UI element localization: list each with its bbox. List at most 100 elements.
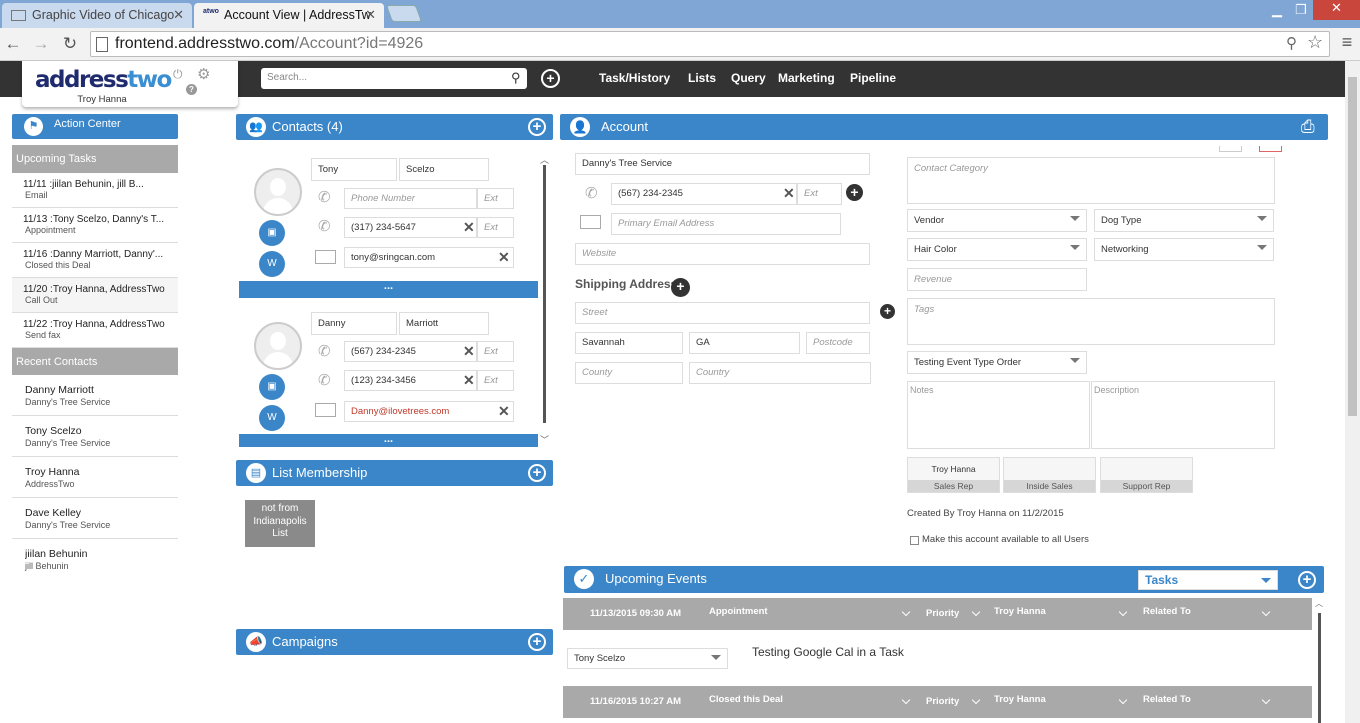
address-bar[interactable]: frontend.addresstwo.com/Account?id=4926 …: [90, 31, 1330, 57]
email-field[interactable]: tony@sringcan.com: [344, 247, 514, 268]
close-window-button[interactable]: ✕: [1313, 0, 1360, 20]
ext-field[interactable]: Ext: [477, 217, 514, 238]
event-row-header[interactable]: 11/16/2015 10:27 AM Closed this Deal Pri…: [563, 686, 1312, 718]
account-name-field[interactable]: Danny's Tree Service: [575, 153, 870, 175]
maximize-button[interactable]: ❐: [1288, 2, 1314, 20]
notes-textarea[interactable]: Notes: [907, 381, 1090, 449]
chevron-down-icon[interactable]: [901, 695, 911, 705]
nav-lists[interactable]: Lists: [688, 71, 716, 85]
task-item[interactable]: 11/20 :Troy Hanna, AddressTwo Call Out: [12, 278, 178, 313]
chevron-down-icon[interactable]: [1118, 607, 1128, 617]
word-doc-icon[interactable]: W: [259, 251, 285, 277]
vendor-select[interactable]: Vendor: [907, 209, 1087, 232]
recent-contact-item[interactable]: Tony Scelzo Danny's Tree Service: [12, 416, 178, 457]
email-field[interactable]: Danny@ilovetrees.com: [344, 401, 514, 422]
ext-field[interactable]: Ext: [477, 341, 514, 362]
recent-contact-item[interactable]: Dave Kelley Danny's Tree Service: [12, 498, 178, 539]
clear-icon[interactable]: ✕: [463, 372, 475, 389]
sales-rep-box[interactable]: Troy Hanna Sales Rep: [907, 457, 1000, 493]
state-field[interactable]: GA: [689, 332, 800, 354]
nav-task-history[interactable]: Task/History: [599, 71, 670, 85]
clear-icon[interactable]: ✕: [463, 219, 475, 236]
scroll-thumb[interactable]: [543, 165, 546, 423]
browser-tab[interactable]: Graphic Video of Chicago ✕: [2, 3, 192, 28]
account-ext-field[interactable]: Ext: [797, 183, 842, 205]
ext-field[interactable]: Ext: [477, 370, 514, 391]
quick-add-icon[interactable]: +: [541, 69, 560, 88]
clear-icon[interactable]: ✕: [463, 343, 475, 360]
action-center-button[interactable]: ⚑ Action Center: [12, 114, 178, 139]
chevron-down-icon[interactable]: [1118, 695, 1128, 705]
country-field[interactable]: Country: [689, 362, 871, 384]
minimize-button[interactable]: ▁: [1264, 2, 1290, 20]
gear-icon[interactable]: ⚙: [197, 65, 210, 83]
account-phone-field[interactable]: (567) 234-2345: [611, 183, 797, 205]
events-scrollbar[interactable]: ︿: [1315, 599, 1323, 723]
list-tag[interactable]: not from Indianapolis List: [245, 500, 315, 547]
contact-category-field[interactable]: Contact Category: [907, 157, 1275, 204]
last-name-field[interactable]: Scelzo: [399, 158, 489, 181]
add-street-icon[interactable]: +: [880, 304, 895, 319]
task-item[interactable]: 11/13 :Tony Scelzo, Danny's T... Appoint…: [12, 208, 178, 243]
contact-more-bar[interactable]: ...: [239, 281, 538, 298]
contact-avatar[interactable]: [254, 322, 302, 370]
nav-marketing[interactable]: Marketing: [778, 71, 835, 85]
search-input[interactable]: Search... ⚲: [261, 68, 527, 89]
phone-field[interactable]: (567) 234-2345: [344, 341, 477, 362]
vcard-icon[interactable]: ▣: [259, 220, 285, 246]
networking-select[interactable]: Networking: [1094, 238, 1274, 261]
chevron-down-icon[interactable]: [1261, 695, 1271, 705]
new-tab-button[interactable]: [385, 5, 423, 22]
menu-icon[interactable]: ≡: [1336, 32, 1358, 53]
tags-field[interactable]: Tags: [907, 298, 1275, 345]
addresstwo-logo[interactable]: addresstwo: [35, 67, 172, 93]
dog-type-select[interactable]: Dog Type: [1094, 209, 1274, 232]
contact-more-bar[interactable]: ...: [239, 434, 538, 447]
phone-field[interactable]: Phone Number: [344, 188, 477, 209]
task-item[interactable]: 11/22 :Troy Hanna, AddressTwo Send fax: [12, 313, 178, 348]
recent-contact-item[interactable]: Danny Marriott Danny's Tree Service: [12, 375, 178, 416]
description-textarea[interactable]: Description: [1091, 381, 1275, 449]
add-campaign-icon[interactable]: +: [528, 633, 546, 651]
add-phone-icon[interactable]: +: [846, 184, 863, 201]
chevron-down-icon[interactable]: [1261, 607, 1271, 617]
help-icon[interactable]: ?: [186, 84, 197, 95]
bookmark-star-icon[interactable]: ☆: [1307, 32, 1323, 53]
support-rep-box[interactable]: Support Rep: [1100, 457, 1193, 493]
scrollbar-thumb[interactable]: [1348, 77, 1357, 416]
reload-icon[interactable]: ↻: [59, 34, 81, 54]
close-tab-icon[interactable]: ✕: [173, 7, 184, 23]
account-email-field[interactable]: Primary Email Address: [611, 213, 841, 235]
print-icon[interactable]: ⎙: [1301, 117, 1315, 137]
website-field[interactable]: Website: [575, 243, 870, 265]
revenue-field[interactable]: Revenue: [907, 268, 1087, 291]
add-address-icon[interactable]: +: [671, 278, 690, 297]
tab-handle[interactable]: [1219, 146, 1242, 152]
zoom-icon[interactable]: ⚲: [1286, 34, 1297, 52]
nav-query[interactable]: Query: [731, 71, 766, 85]
recent-contact-item[interactable]: jiilan Behunin jill Behunin: [12, 539, 178, 580]
power-icon[interactable]: ⏻: [173, 67, 183, 82]
forward-icon[interactable]: →: [30, 34, 52, 54]
tab-handle[interactable]: [1259, 146, 1282, 152]
hair-color-select[interactable]: Hair Color: [907, 238, 1087, 261]
word-doc-icon[interactable]: W: [259, 405, 285, 431]
clear-icon[interactable]: ✕: [498, 403, 510, 420]
scroll-down-icon[interactable]: ﹀: [540, 433, 549, 446]
scroll-thumb[interactable]: [1318, 613, 1321, 723]
back-icon[interactable]: ←: [2, 34, 24, 54]
phone-field[interactable]: (123) 234-3456: [344, 370, 477, 391]
first-name-field[interactable]: Danny: [311, 312, 397, 335]
search-icon[interactable]: ⚲: [511, 70, 521, 86]
close-tab-icon[interactable]: ✕: [365, 7, 376, 23]
contacts-scrollbar[interactable]: ︿ ﹀: [540, 153, 550, 445]
chevron-down-icon[interactable]: [971, 607, 981, 617]
recent-contact-item[interactable]: Troy Hanna AddressTwo: [12, 457, 178, 498]
ext-field[interactable]: Ext: [477, 188, 514, 209]
vcard-icon[interactable]: ▣: [259, 374, 285, 400]
clear-icon[interactable]: ✕: [498, 249, 510, 266]
add-contact-icon[interactable]: +: [528, 118, 546, 136]
clear-icon[interactable]: ✕: [783, 185, 795, 202]
postcode-field[interactable]: Postcode: [806, 332, 870, 354]
task-item[interactable]: 11/11 :jiilan Behunin, jill B... Email: [12, 173, 178, 208]
